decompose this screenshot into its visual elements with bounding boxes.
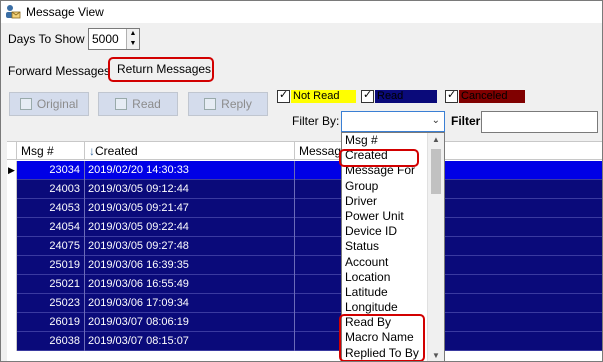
read-legend: Read — [375, 90, 437, 103]
cell-msg: 25019 — [17, 256, 85, 275]
table-row[interactable]: 25021 2019/03/06 16:55:49 — [7, 275, 602, 294]
read-icon — [115, 98, 128, 110]
column-header-msg[interactable]: Msg # — [17, 142, 85, 160]
table-row[interactable]: 24003 2019/03/05 09:12:44 — [7, 180, 602, 199]
original-button-label: Original — [36, 97, 79, 111]
cell-created: 2019/03/05 09:22:44 — [85, 218, 295, 237]
table-row[interactable]: 24054 2019/03/05 09:22:44 — [7, 218, 602, 237]
days-to-show-value[interactable]: 5000 — [92, 32, 119, 46]
filter-input[interactable] — [481, 111, 598, 133]
canceled-legend: Canceled — [459, 90, 525, 103]
table-row[interactable]: 25023 2019/03/06 17:09:34 — [7, 294, 602, 313]
not-read-legend: Not Read — [291, 90, 356, 103]
table-row[interactable]: 26038 2019/03/07 08:15:07 — [7, 332, 602, 351]
scroll-up-icon[interactable]: ▲ — [432, 135, 440, 144]
dropdown-scrollbar[interactable]: ▲ ▼ — [427, 133, 444, 361]
cell-created: 2019/03/05 09:27:48 — [85, 237, 295, 256]
days-to-show-label: Days To Show — [8, 32, 85, 46]
reply-icon — [204, 98, 217, 110]
table-row[interactable]: 26019 2019/03/07 08:06:19 — [7, 313, 602, 332]
original-button[interactable]: Original — [9, 92, 89, 116]
filter-label: Filter — [451, 114, 481, 128]
not-read-checkbox[interactable] — [277, 88, 290, 103]
message-view-window: Message View Days To Show 5000 ▲ ▼ Forwa… — [0, 0, 603, 362]
table-row[interactable]: 24053 2019/03/05 09:21:47 — [7, 199, 602, 218]
cell-msg: 23034 — [17, 161, 85, 180]
cell-msg: 24003 — [17, 180, 85, 199]
title-bar: Message View — [1, 1, 602, 23]
table-row[interactable]: 25019 2019/03/06 16:39:35 — [7, 256, 602, 275]
cell-created: 2019/03/06 17:09:34 — [85, 294, 295, 313]
column-header-created-label: Created — [95, 144, 138, 158]
cell-msg: 26019 — [17, 313, 85, 332]
table-row[interactable]: 24075 2019/03/05 09:27:48 — [7, 237, 602, 256]
row-selector-header — [7, 142, 17, 160]
filter-by-combo[interactable]: ⌄ — [341, 111, 445, 132]
scroll-down-icon[interactable]: ▼ — [432, 351, 440, 360]
read-button-label: Read — [132, 97, 161, 111]
tab-return-messages[interactable]: Return Messages — [117, 62, 211, 76]
spin-down-icon[interactable]: ▼ — [127, 39, 139, 49]
current-row-icon: ▶ — [8, 165, 15, 175]
user-mail-icon — [5, 4, 21, 20]
window-title: Message View — [26, 5, 104, 19]
cell-created: 2019/03/06 16:39:35 — [85, 256, 295, 275]
original-icon — [19, 98, 32, 110]
read-button[interactable]: Read — [98, 92, 178, 116]
cell-msg: 26038 — [17, 332, 85, 351]
tab-forward-messages[interactable]: Forward Messages — [8, 64, 110, 78]
canceled-checkbox[interactable] — [445, 88, 458, 103]
table-row[interactable]: ▶ 23034 2019/02/20 14:30:33 — [7, 161, 602, 180]
days-to-show-spinner[interactable]: 5000 ▲ ▼ — [88, 28, 140, 50]
scrollbar-thumb[interactable] — [431, 149, 441, 194]
highlight-user-fields — [339, 314, 425, 361]
cell-created: 2019/03/07 08:06:19 — [85, 313, 295, 332]
reply-button[interactable]: Reply — [188, 92, 268, 116]
cell-msg: 24075 — [17, 237, 85, 256]
filter-by-label: Filter By: — [292, 114, 340, 128]
cell-created: 2019/03/07 08:15:07 — [85, 332, 295, 351]
cell-created: 2019/03/05 09:21:47 — [85, 199, 295, 218]
grid-header: Msg # ↓Created Message — [7, 142, 602, 160]
highlight-created-item — [339, 149, 419, 167]
cell-msg: 25023 — [17, 294, 85, 313]
cell-created: 2019/03/05 09:12:44 — [85, 180, 295, 199]
cell-msg: 24053 — [17, 199, 85, 218]
cell-msg: 25021 — [17, 275, 85, 294]
column-header-created[interactable]: ↓Created — [85, 142, 295, 160]
cell-created: 2019/02/20 14:30:33 — [85, 161, 295, 180]
messages-grid: Msg # ↓Created Message ▶ 23034 2019/02/2… — [7, 141, 602, 361]
chevron-down-icon[interactable]: ⌄ — [432, 115, 440, 126]
read-checkbox[interactable] — [361, 88, 374, 103]
cell-created: 2019/03/06 16:55:49 — [85, 275, 295, 294]
spin-up-icon[interactable]: ▲ — [127, 29, 139, 39]
cell-msg: 24054 — [17, 218, 85, 237]
reply-button-label: Reply — [221, 97, 252, 111]
